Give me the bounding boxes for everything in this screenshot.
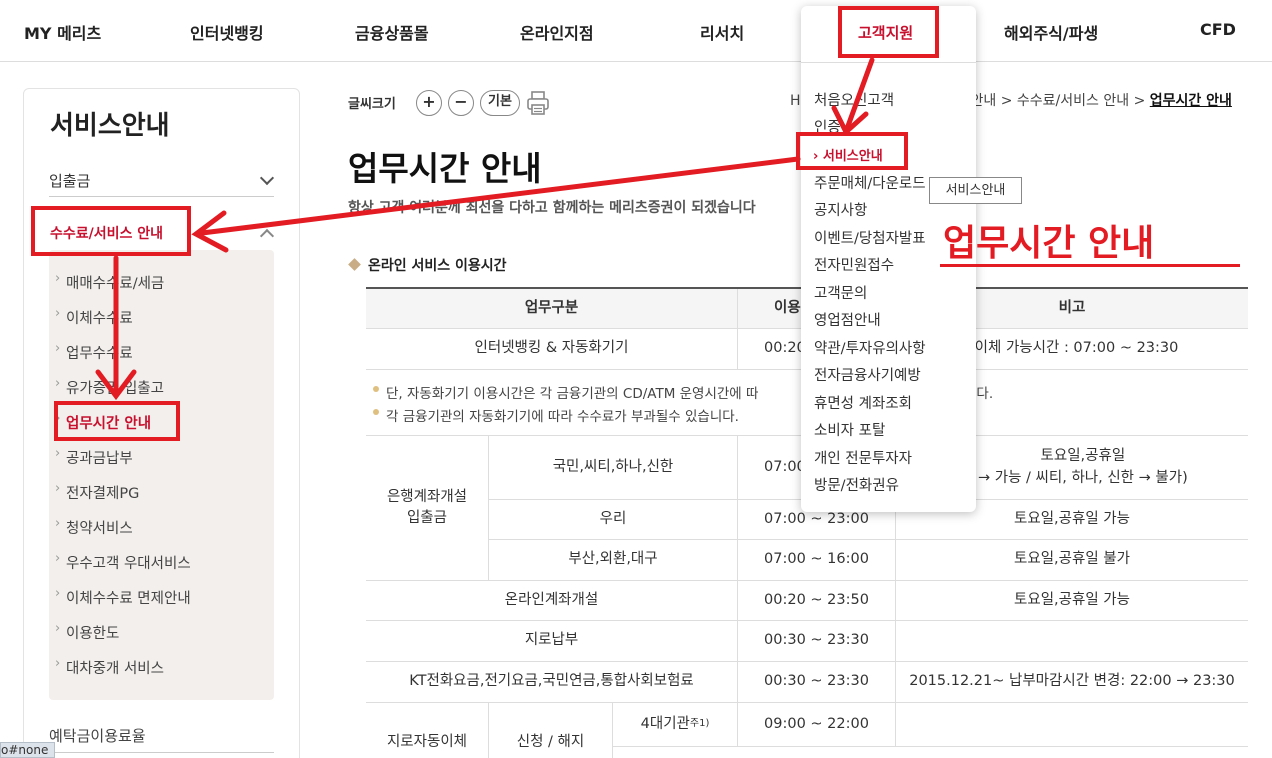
dropdown-item[interactable]: 휴면성 계좌조회 (814, 392, 912, 413)
breadcrumb-path[interactable]: 안내 > 수수료/서비스 안내 > (971, 93, 1150, 109)
section-title: 온라인 서비스 이용시간 (348, 255, 507, 275)
table-cell: 신청 / 해지 (489, 703, 613, 758)
sidebar-item-deposit[interactable]: 입출금 (49, 167, 275, 197)
submenu-item[interactable]: 매매수수료/세금 (55, 271, 164, 293)
font-increase-button[interactable]: + (416, 90, 442, 116)
table-cell-group: 지로자동이체 (366, 703, 489, 758)
table-cell: 인터넷뱅킹 & 자동화기기 (366, 329, 738, 370)
submenu-item[interactable]: 우수고객 우대서비스 (55, 551, 191, 573)
diamond-bullet-icon (348, 258, 361, 271)
font-default-button[interactable]: 기본 (480, 90, 520, 116)
submenu-item[interactable]: 유가증권 입출고 (55, 376, 164, 398)
dropdown-item[interactable]: 이벤트/당첨자발표 (814, 227, 926, 248)
breadcrumb-current: 업무시간 안내 (1149, 93, 1232, 109)
table-cell: 국민,씨티,하나,신한 (489, 436, 738, 500)
table-cell (896, 703, 1248, 747)
dropdown-item[interactable]: 처음오신고객 (814, 89, 894, 110)
nav-research[interactable]: 리서치 (700, 20, 744, 44)
submenu-item[interactable]: 이체수수료 면제안내 (55, 586, 191, 608)
annotation-box-support (838, 6, 939, 58)
annotation-box-fee-service (31, 206, 191, 256)
submenu-item[interactable]: 청약서비스 (55, 516, 133, 538)
dropdown-item[interactable]: 개인 전문투자자 (814, 447, 912, 468)
page-description: 항상 고객 여러분께 최선을 다하고 함께하는 메리츠증권이 되겠습니다 (348, 200, 756, 216)
submenu-item[interactable]: 업무수수료 (55, 341, 133, 363)
dropdown-item[interactable]: 방문/전화권유 (814, 474, 899, 495)
table-cell: 00:20 ~ 23:50 (738, 581, 896, 621)
table-cell: 지로납부 (366, 621, 738, 662)
table-cell: 2015.12.21~ 납부마감시간 변경: 22:00 → 23:30 (896, 662, 1248, 703)
tooltip: 서비스안내 (929, 177, 1022, 204)
dropdown-item[interactable]: 공지사항 (814, 199, 867, 220)
table-cell-group: 은행계좌개설 입출금 (366, 436, 489, 581)
submenu-item[interactable]: 이체수수료 (55, 306, 133, 328)
table-cell (896, 621, 1248, 662)
table-cell: KT전화요금,전기요금,국민연금,통합사회보험료 (366, 662, 738, 703)
dropdown-item[interactable]: 전자금융사기예방 (814, 364, 921, 385)
sidebar-item-deposit-rate[interactable]: 예탁금이용료율 (49, 725, 274, 753)
annotation-underline (940, 264, 1240, 267)
nav-financial-mall[interactable]: 금융상품몰 (355, 20, 429, 44)
table-cell: 부산,외환,대구 (489, 540, 738, 581)
dropdown-item[interactable]: 약관/투자유의사항 (814, 337, 926, 358)
submenu-item[interactable]: 전자결제PG (55, 481, 139, 503)
table-cell: 토요일,공휴일 불가 (896, 540, 1248, 581)
nav-overseas-stock[interactable]: 해외주식/파생 (1004, 20, 1098, 44)
sidebar-item-label: 입출금 (49, 172, 91, 190)
submenu-item[interactable]: 이용한도 (55, 621, 119, 643)
table-cell: 온라인계좌개설 (366, 581, 738, 621)
nav-online-branch[interactable]: 온라인지점 (520, 20, 594, 44)
dropdown-item[interactable]: 고객문의 (814, 282, 867, 303)
footnote-mark: 주1) (689, 718, 710, 730)
sidebar-title: 서비스안내 (50, 111, 170, 141)
annotation-box-business-hours (54, 401, 180, 441)
chevron-up-icon (259, 228, 275, 244)
table-cell: 토요일,공휴일 가능 (896, 581, 1248, 621)
dropdown-item[interactable]: 영업점안내 (814, 309, 881, 330)
table-cell: 00:30 ~ 23:30 (738, 662, 896, 703)
nav-my-meritz[interactable]: MY 메리츠 (24, 20, 101, 44)
table-cell: 4대기관 주1) (613, 703, 738, 747)
table-cell: 09:00 ~ 22:00 (738, 703, 896, 747)
chevron-down-icon (259, 170, 275, 186)
breadcrumb-home[interactable]: H (790, 93, 801, 109)
dropdown-item[interactable]: 소비자 포탈 (814, 419, 885, 440)
note-item: 각 금융기관의 자동화기기에 따라 수수료가 부과될수 있습니다. (373, 405, 739, 425)
submenu-panel: 매매수수료/세금 이체수수료 업무수수료 유가증권 입출고 업무시간 안내 공과… (49, 250, 274, 700)
dropdown-item[interactable]: 전자민원접수 (814, 254, 894, 275)
annotation-box-service-guide (796, 132, 908, 170)
submenu-item[interactable]: 공과금납부 (55, 446, 133, 468)
font-size-label: 글씨크기 (348, 97, 396, 112)
annotation-title: 업무시간 안내 (943, 223, 1155, 264)
nav-internet-banking[interactable]: 인터넷뱅킹 (190, 20, 264, 44)
font-decrease-button[interactable]: − (448, 90, 474, 116)
page-root: MY 메리츠 인터넷뱅킹 금융상품몰 온라인지점 리서치 해외주식/파생 CFD… (0, 0, 1272, 758)
table-header: 업무구분 (366, 289, 738, 329)
table-cell: 07:00 ~ 16:00 (738, 540, 896, 581)
table-cell: 우리 (489, 500, 738, 540)
page-title: 업무시간 안내 (348, 149, 542, 188)
note-item: 단, 자동화기기 이용시간은 각 금융기관의 CD/ATM 운영시간에 따 (372, 382, 758, 402)
status-bar-url: o#none (0, 742, 56, 758)
dropdown-item[interactable]: 주문매체/다운로드 (814, 172, 926, 193)
global-nav: MY 메리츠 인터넷뱅킹 금융상품몰 온라인지점 리서치 해외주식/파생 CFD (0, 0, 1272, 62)
nav-cfd[interactable]: CFD (1200, 20, 1236, 39)
printer-icon[interactable] (526, 90, 550, 116)
table-cell: 00:30 ~ 23:30 (738, 621, 896, 662)
submenu-item[interactable]: 대차중개 서비스 (55, 656, 164, 678)
